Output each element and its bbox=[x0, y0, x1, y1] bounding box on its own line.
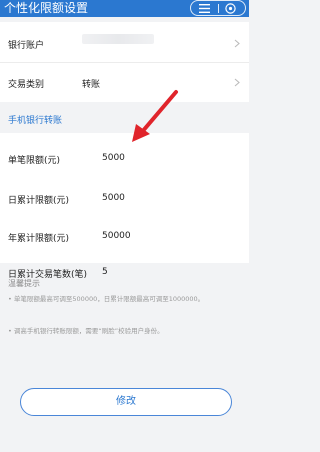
limit-label: 单笔限额(元) bbox=[8, 156, 61, 166]
section-title: 手机银行转账 bbox=[8, 116, 63, 126]
tips-title: 温馨提示 bbox=[8, 279, 40, 288]
tip-text: • 单笔限额最高可调至500000，日累计限额最高可调至1000000。 bbox=[8, 294, 244, 305]
tip-text-body: 单笔限额最高可调至500000，日累计限额最高可调至1000000。 bbox=[13, 295, 205, 303]
account-label: 银行账户 bbox=[8, 41, 45, 51]
limits-card: 单笔限额(元) 5000 日累计限额(元) 5000 年累计限额(元) 5000… bbox=[0, 133, 249, 263]
limit-value-input[interactable]: 5000 bbox=[102, 193, 125, 203]
close-circle-icon[interactable] bbox=[225, 3, 236, 14]
chevron-right-icon[interactable] bbox=[234, 78, 240, 87]
limit-label: 日累计限额(元) bbox=[8, 196, 70, 206]
account-value-masked[interactable] bbox=[82, 34, 154, 44]
row-divider bbox=[0, 62, 249, 63]
transaction-type-label: 交易类别 bbox=[8, 80, 45, 90]
limit-value-input[interactable]: 50000 bbox=[102, 231, 131, 241]
mini-program-capsule bbox=[190, 0, 246, 16]
tip-text-body: 调高手机银行转账限额，需要“刷脸”校验用户身份。 bbox=[13, 327, 164, 335]
annotation-arrow-icon bbox=[132, 90, 178, 142]
limit-value-input[interactable]: 5 bbox=[102, 267, 108, 277]
menu-icon[interactable] bbox=[199, 4, 210, 13]
chevron-right-icon[interactable] bbox=[234, 39, 240, 48]
transaction-type-value[interactable]: 转账 bbox=[82, 77, 100, 90]
capsule-divider bbox=[218, 4, 219, 13]
modify-button[interactable]: 修改 bbox=[20, 388, 232, 416]
limit-label: 年累计限额(元) bbox=[8, 234, 70, 244]
page-title: 个性化限额设置 bbox=[4, 1, 89, 15]
app-header: 个性化限额设置 bbox=[0, 0, 249, 17]
limit-value-input[interactable]: 5000 bbox=[102, 153, 125, 163]
tip-text: • 调高手机银行转账限额，需要“刷脸”校验用户身份。 bbox=[8, 326, 244, 337]
